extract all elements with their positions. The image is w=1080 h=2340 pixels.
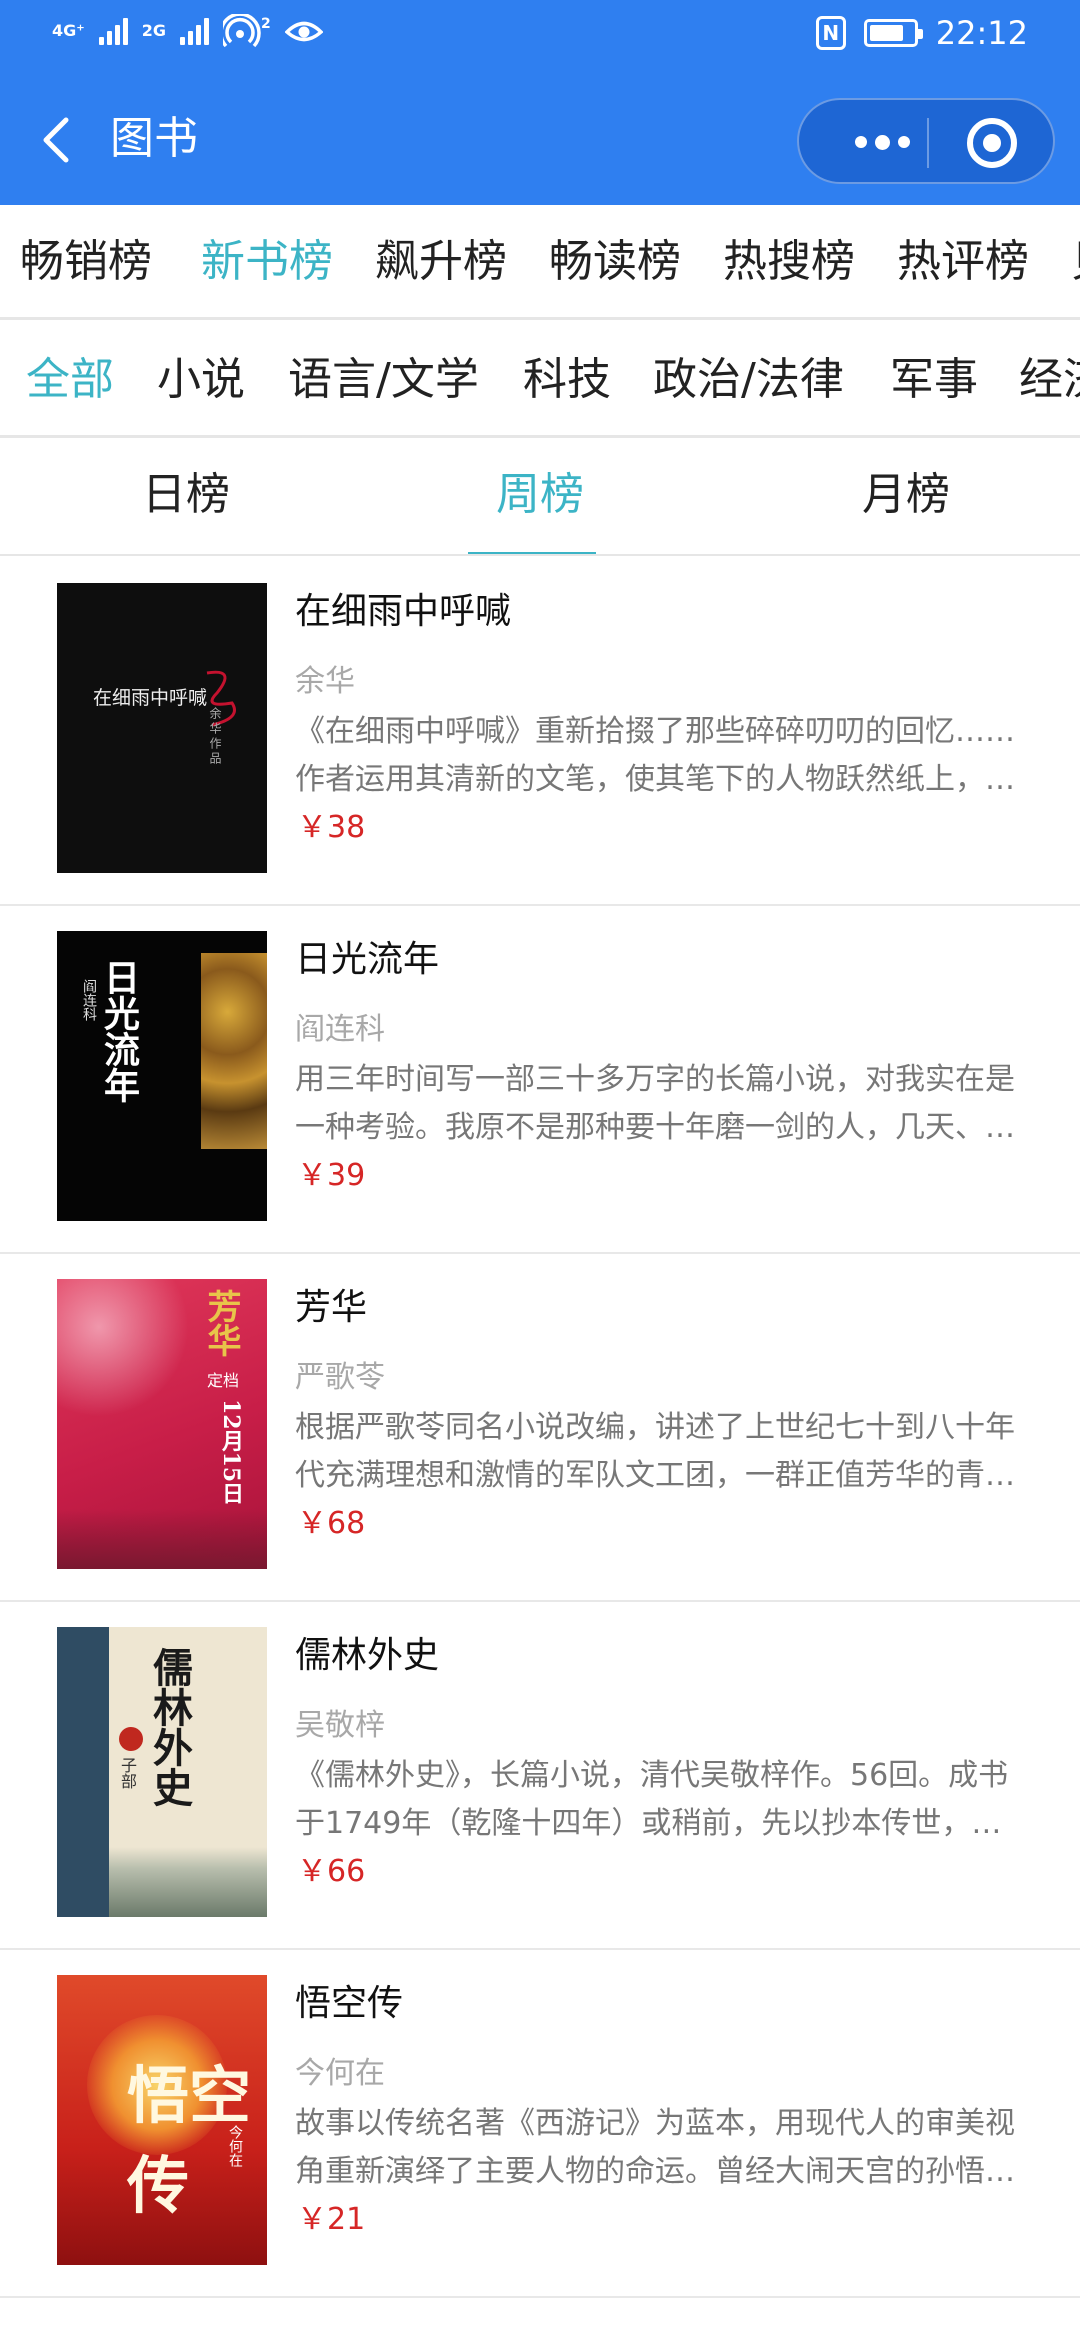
tab-hot-review[interactable]: 热评榜 [897, 233, 1029, 291]
cover-title: 日光流年 [98, 959, 140, 1103]
book-item[interactable]: 在细雨中呼喊 余华作品 在细雨中呼喊 余华 《在细雨中呼喊》重新拾掇了那些碎碎叨… [0, 558, 1080, 906]
battery-icon [863, 19, 923, 47]
desc-line-1: 根据严歌苓同名小说改编，讲述了上世纪七十到八十年 [295, 1410, 1015, 1445]
book-item[interactable]: 儒林外史 子部 儒林外史 吴敬梓 《儒林外史》，长篇小说，清代吴敬梓作。56回。… [0, 1602, 1080, 1950]
tab-weekly[interactable]: 周榜 [360, 466, 720, 524]
desc-line-1: 故事以传统名著《西游记》为蓝本，用现代人的审美视 [295, 2106, 1015, 2141]
title-bar: 图书 [0, 85, 1080, 195]
page-title: 图书 [110, 113, 198, 164]
book-cover: 在细雨中呼喊 余华作品 [57, 583, 267, 873]
status-bar: 4G⁺ 2G 2 N 22:12 [0, 0, 1080, 72]
book-author: 吴敬梓 [295, 1708, 385, 1743]
book-cover: 芳华 定档 12月15日 [57, 1279, 267, 1569]
desc-line-2: 角重新演绎了主要人物的命运。曾经大闹天宫的孙悟… [295, 2154, 1015, 2189]
cover-figures [57, 1509, 267, 1569]
book-cover: 悟空传 今何在 [57, 1975, 267, 2265]
category-military[interactable]: 军事 [890, 351, 978, 409]
close-miniprogram-icon[interactable] [967, 118, 1017, 168]
back-arrow-icon[interactable] [36, 115, 80, 165]
tab-new-books[interactable]: 新书榜 [201, 233, 333, 291]
book-description: 《在细雨中呼喊》重新拾掇了那些碎碎叨叨的回忆…… 作者运用其清新的文笔，使其笔下… [295, 708, 1025, 804]
cover-floral-panel [201, 953, 267, 1149]
cover-spine [57, 1627, 109, 1917]
book-price: ￥38 [297, 810, 366, 845]
book-title[interactable]: 日光流年 [295, 936, 439, 984]
book-item[interactable]: 日光流年 阎连科 日光流年 阎连科 用三年时间写一部三十多万字的长篇小说，对我实… [0, 906, 1080, 1254]
desc-line-2: 代充满理想和激情的军队文工团，一群正值芳华的青… [295, 1458, 1015, 1493]
tab-more[interactable]: 贝 [1071, 233, 1080, 291]
cover-title: 芳华 [201, 1289, 241, 1357]
category-fiction[interactable]: 小说 [157, 351, 245, 409]
book-description: 故事以传统名著《西游记》为蓝本，用现代人的审美视 角重新演绎了主要人物的命运。曾… [295, 2100, 1025, 2196]
eye-icon [284, 21, 323, 42]
cover-subtitle: 定档 [207, 1371, 240, 1390]
desc-line-2: 作者运用其清新的文笔，使其笔下的人物跃然纸上，… [295, 762, 1015, 797]
tab-bestseller[interactable]: 畅销榜 [20, 233, 152, 291]
cover-title: 在细雨中呼喊 [93, 687, 208, 709]
category-literature[interactable]: 语言/文学 [288, 351, 479, 409]
cover-title: 儒林外史 [146, 1647, 193, 1807]
miniprogram-capsule [797, 98, 1055, 184]
signal-icon-2 [179, 17, 209, 45]
desc-line-2: 于1749年（乾隆十四年）或稍前，先以抄本传世，初… [295, 1806, 1025, 1841]
category-politics-law[interactable]: 政治/法律 [653, 351, 844, 409]
network-type-1: 4G⁺ [52, 21, 85, 40]
cover-subtitle: 阎连科 [81, 979, 97, 1021]
desc-line-1: 《儒林外史》，长篇小说，清代吴敬梓作。56回。成书 [295, 1758, 1009, 1793]
tab-hot-search[interactable]: 热搜榜 [723, 233, 855, 291]
book-author: 今何在 [295, 2056, 385, 2091]
book-description: 用三年时间写一部三十多万字的长篇小说，对我实在是 一种考验。我原不是那种要十年磨… [295, 1056, 1025, 1152]
category-technology[interactable]: 科技 [523, 351, 611, 409]
book-author: 严歌苓 [295, 1360, 385, 1395]
book-description: 《儒林外史》，长篇小说，清代吴敬梓作。56回。成书 于1749年（乾隆十四年）或… [295, 1752, 1025, 1848]
book-cover: 儒林外史 子部 [57, 1627, 267, 1917]
cover-subtitle: 子部 [118, 1757, 137, 1789]
book-cover: 日光流年 阎连科 [57, 931, 267, 1221]
cover-date: 12月15日 [218, 1399, 244, 1505]
cover-blossoms [57, 1279, 197, 1439]
book-title[interactable]: 儒林外史 [295, 1632, 439, 1680]
book-price: ￥68 [297, 1506, 366, 1541]
book-title[interactable]: 在细雨中呼喊 [295, 588, 511, 636]
book-title[interactable]: 芳华 [295, 1284, 367, 1332]
book-author: 阎连科 [295, 1012, 385, 1047]
more-menu-icon[interactable] [837, 122, 927, 162]
desc-line-2: 一种考验。我原不是那种要十年磨一剑的人，几天、… [295, 1110, 1015, 1145]
book-price: ￥39 [297, 1158, 366, 1193]
book-price: ￥21 [297, 2202, 366, 2237]
book-title[interactable]: 悟空传 [295, 1980, 403, 2028]
tab-monthly[interactable]: 月榜 [726, 466, 1080, 524]
clock: 22:12 [935, 14, 1028, 52]
cover-landscape [109, 1847, 267, 1917]
desc-line-1: 《在细雨中呼喊》重新拾掇了那些碎碎叨叨的回忆…… [295, 714, 1015, 749]
nfc-icon: N [815, 16, 846, 50]
capsule-divider [927, 118, 929, 168]
network-type-2: 2G [141, 21, 166, 40]
desc-line-1: 用三年时间写一部三十多万字的长篇小说，对我实在是 [295, 1062, 1015, 1097]
hotspot-icon [222, 14, 261, 48]
ranking-tabs: 畅销榜 新书榜 飙升榜 畅读榜 热搜榜 热评榜 贝 [0, 205, 1080, 320]
category-all[interactable]: 全部 [26, 351, 114, 409]
book-item[interactable]: 悟空传 今何在 悟空传 今何在 故事以传统名著《西游记》为蓝本，用现代人的审美视… [0, 1950, 1080, 2298]
period-tabs: 日榜 周榜 月榜 [0, 441, 1080, 556]
book-author: 余华 [295, 664, 355, 699]
active-tab-indicator [468, 552, 596, 554]
category-economics[interactable]: 经济 [1019, 351, 1080, 409]
signal-icon [98, 17, 128, 45]
book-price: ￥66 [297, 1854, 366, 1889]
cover-title: 悟空传 [127, 2059, 252, 2222]
tab-reading[interactable]: 畅读榜 [549, 233, 681, 291]
book-item[interactable]: 芳华 定档 12月15日 芳华 严歌苓 根据严歌苓同名小说改编，讲述了上世纪七十… [0, 1254, 1080, 1602]
tab-rising[interactable]: 飙升榜 [375, 233, 507, 291]
cover-subtitle: 今何在 [227, 2125, 243, 2167]
category-tabs: 全部 小说 语言/文学 科技 政治/法律 军事 经济 [0, 323, 1080, 438]
tab-daily[interactable]: 日榜 [6, 466, 366, 524]
cover-seal [119, 1727, 143, 1751]
book-description: 根据严歌苓同名小说改编，讲述了上世纪七十到八十年 代充满理想和激情的军队文工团，… [295, 1404, 1025, 1500]
cover-subtitle: 余华作品 [208, 707, 222, 767]
hotspot-count: 2 [260, 16, 271, 32]
